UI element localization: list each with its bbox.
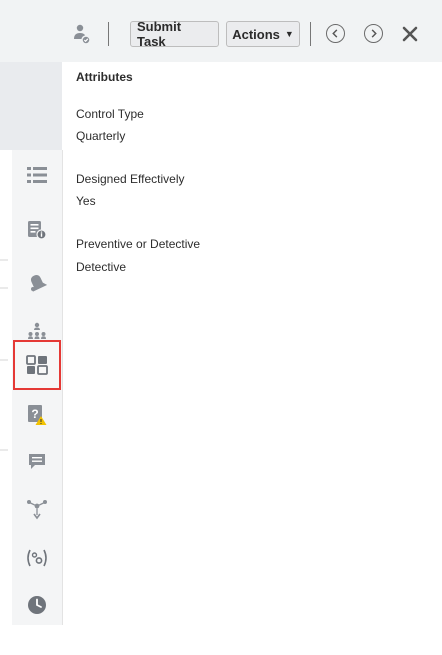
previous-task-button[interactable]: [326, 24, 345, 43]
chevron-down-icon: ▼: [284, 29, 294, 39]
sidebar-item-attributes[interactable]: [13, 340, 61, 390]
attribute-value: Quarterly: [76, 129, 126, 143]
submit-task-button[interactable]: Submit Task: [130, 19, 219, 49]
sidebar-item-history[interactable]: [12, 585, 62, 625]
assignee-person-icon[interactable]: [72, 24, 92, 46]
left-panel-background: [0, 62, 62, 150]
toolbar-separator: [310, 22, 311, 46]
next-task-button[interactable]: [364, 24, 383, 43]
workflow-icon: [27, 500, 47, 520]
svg-text:?: ?: [31, 407, 38, 421]
sidebar-item-questions[interactable]: ?: [12, 395, 62, 435]
attribute-label: Preventive or Detective: [76, 237, 201, 251]
toolbar-separator: [108, 22, 109, 46]
submit-task-label: Submit Task: [137, 19, 182, 49]
side-navigation: ?: [12, 150, 63, 625]
comment-icon: [29, 454, 45, 469]
alert-bell-icon: [30, 275, 47, 292]
actions-menu-button[interactable]: Actions ▼: [226, 21, 300, 47]
list-icon: [27, 167, 47, 183]
attributes-grid-icon: [26, 355, 48, 375]
sidebar-item-alerts[interactable]: [12, 262, 62, 302]
sidebar-item-parameters[interactable]: [12, 538, 62, 578]
attributes-panel: Attributes: [76, 70, 436, 84]
actions-label: Actions: [232, 26, 280, 42]
chevron-right-icon: [371, 29, 377, 38]
task-details-icon: [28, 221, 47, 240]
close-button[interactable]: [401, 25, 419, 43]
hierarchy-icon: [28, 322, 46, 339]
left-panel-edge: [0, 150, 12, 650]
close-icon: [402, 26, 418, 42]
question-warning-icon: ?: [28, 405, 47, 425]
sidebar-item-details[interactable]: [12, 210, 62, 250]
history-clock-icon: [28, 596, 46, 614]
sidebar-item-workflow[interactable]: [12, 490, 62, 530]
attribute-value: Yes: [76, 194, 96, 208]
attribute-value: Detective: [76, 260, 127, 274]
task-toolbar: Submit Task Actions ▼: [0, 0, 442, 62]
sidebar-item-list[interactable]: [12, 155, 62, 195]
attribute-label: Control Type: [76, 107, 144, 121]
chevron-left-icon: [332, 29, 338, 38]
panel-title: Attributes: [76, 70, 133, 84]
sidebar-item-comments[interactable]: [12, 442, 62, 482]
parameters-icon: [27, 549, 47, 567]
attribute-label: Designed Effectively: [76, 172, 185, 186]
